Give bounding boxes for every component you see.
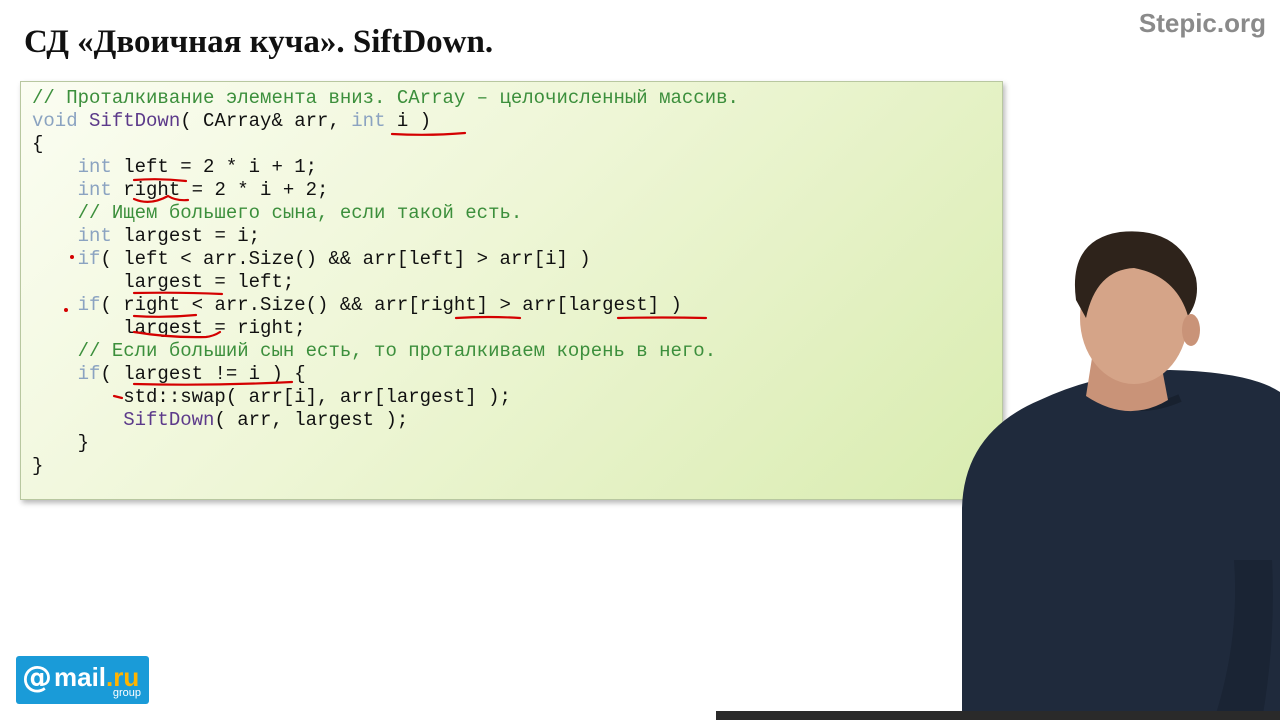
code-line: if( right < arr.Size() && arr[right] > a… [32, 294, 682, 317]
mail-ru-group-logo: @ mail.ru group [16, 656, 149, 704]
code-token: ( arr, largest ); [214, 409, 409, 431]
code-line: // Проталкивание элемента вниз. CArray –… [32, 87, 739, 110]
code-token: // Ищем большего сына, если такой есть. [32, 202, 523, 224]
code-line: void SiftDown( CArray& arr, int i ) [32, 110, 431, 133]
code-line: largest = right; [32, 317, 306, 340]
code-token: SiftDown [123, 409, 215, 431]
code-token: } [32, 455, 44, 477]
presenter-body [962, 370, 1280, 720]
code-token: ( left < arr.Size() && arr[left] > arr[i… [100, 248, 591, 270]
code-token: ( CArray& arr, [180, 110, 352, 132]
code-token: SiftDown [89, 110, 181, 132]
code-token: if [77, 248, 101, 270]
logo-at-sign: @ [22, 660, 52, 695]
presenter-collar [1087, 384, 1182, 411]
code-token: } [32, 432, 90, 454]
code-line: SiftDown( arr, largest ); [32, 409, 408, 432]
presenter-ear [1182, 314, 1200, 346]
code-token: if [77, 363, 101, 385]
code-token: if [77, 294, 101, 316]
code-line: int right = 2 * i + 2; [32, 179, 329, 202]
presenter-neck [1086, 358, 1168, 412]
code-token: i ) [385, 110, 432, 132]
code-token: int [77, 156, 112, 178]
code-line: if( largest != i ) { [32, 363, 306, 386]
code-line: } [32, 455, 43, 478]
logo-group: group [112, 687, 141, 699]
code-token: int [77, 225, 112, 247]
code-line: largest = left; [32, 271, 294, 294]
presenter-hair [1074, 231, 1197, 318]
code-token: ( largest != i ) { [100, 363, 306, 385]
code-token: int [351, 110, 386, 132]
stepic-watermark: Stepic.org [1138, 8, 1266, 38]
code-line: int left = 2 * i + 1; [32, 156, 317, 179]
logo-mail: mail [54, 662, 107, 692]
code-token: // Если больший сын есть, то проталкивае… [32, 340, 717, 362]
code-line: { [32, 133, 43, 156]
slide-title: СД «Двоичная куча». SiftDown. [24, 24, 494, 60]
code-token: largest = left; [32, 271, 295, 293]
code-token: void [32, 110, 78, 132]
code-token: largest = i; [111, 225, 261, 247]
code-line: // Ищем большего сына, если такой есть. [32, 202, 523, 225]
code-line: int largest = i; [32, 225, 260, 248]
code-token: { [32, 133, 44, 155]
code-token: int [77, 179, 112, 201]
code-token: std::swap( arr[i], arr[largest] ); [32, 386, 511, 408]
code-line: // Если больший сын есть, то проталкивае… [32, 340, 717, 363]
code-token: left = 2 * i + 1; [111, 156, 318, 178]
presenter-face [1080, 252, 1188, 384]
code-token: ( right < arr.Size() && arr[right] > arr… [100, 294, 682, 316]
presenter-arm [1214, 560, 1273, 720]
keyboard-edge [716, 711, 1280, 720]
code-token: // Проталкивание элемента вниз. CArray –… [32, 87, 739, 109]
code-token: right = 2 * i + 2; [111, 179, 329, 201]
code-line: std::swap( arr[i], arr[largest] ); [32, 386, 511, 409]
code-token: largest = right; [32, 317, 306, 339]
code-line: if( left < arr.Size() && arr[left] > arr… [32, 248, 591, 271]
code-line: } [32, 432, 89, 455]
